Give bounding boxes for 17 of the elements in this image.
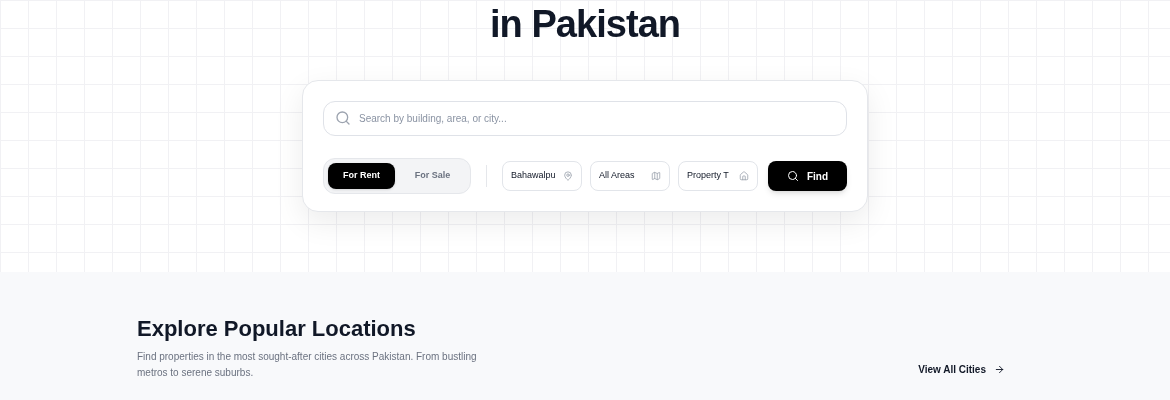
arrow-right-icon xyxy=(994,363,1005,375)
filter-dropdown[interactable]: All Areas xyxy=(590,161,670,191)
search-icon xyxy=(786,170,799,182)
view-all-link[interactable]: View All Cities xyxy=(918,362,1005,376)
filter-dropdown[interactable]: Bahawalpu xyxy=(502,161,582,191)
section-title: Explore Popular Locations xyxy=(137,315,417,343)
section-description: Find properties in the most sought-after cities across Pakistan. From bustling metros to serene suburbs. xyxy=(137,349,478,380)
find-button[interactable]: Find xyxy=(768,161,847,191)
filter-dropdown[interactable]: Property T xyxy=(678,161,758,191)
search-field[interactable]: Search by building, area, or city... xyxy=(323,101,847,136)
hero-title: in Pakistan xyxy=(489,2,681,46)
toggle-tab[interactable]: For Sale xyxy=(399,163,466,189)
toggle-tab[interactable]: For Rent xyxy=(328,163,395,189)
search-icon xyxy=(335,110,351,126)
map-pin-icon xyxy=(563,171,573,181)
map-icon xyxy=(651,171,661,181)
house-icon xyxy=(739,171,749,181)
